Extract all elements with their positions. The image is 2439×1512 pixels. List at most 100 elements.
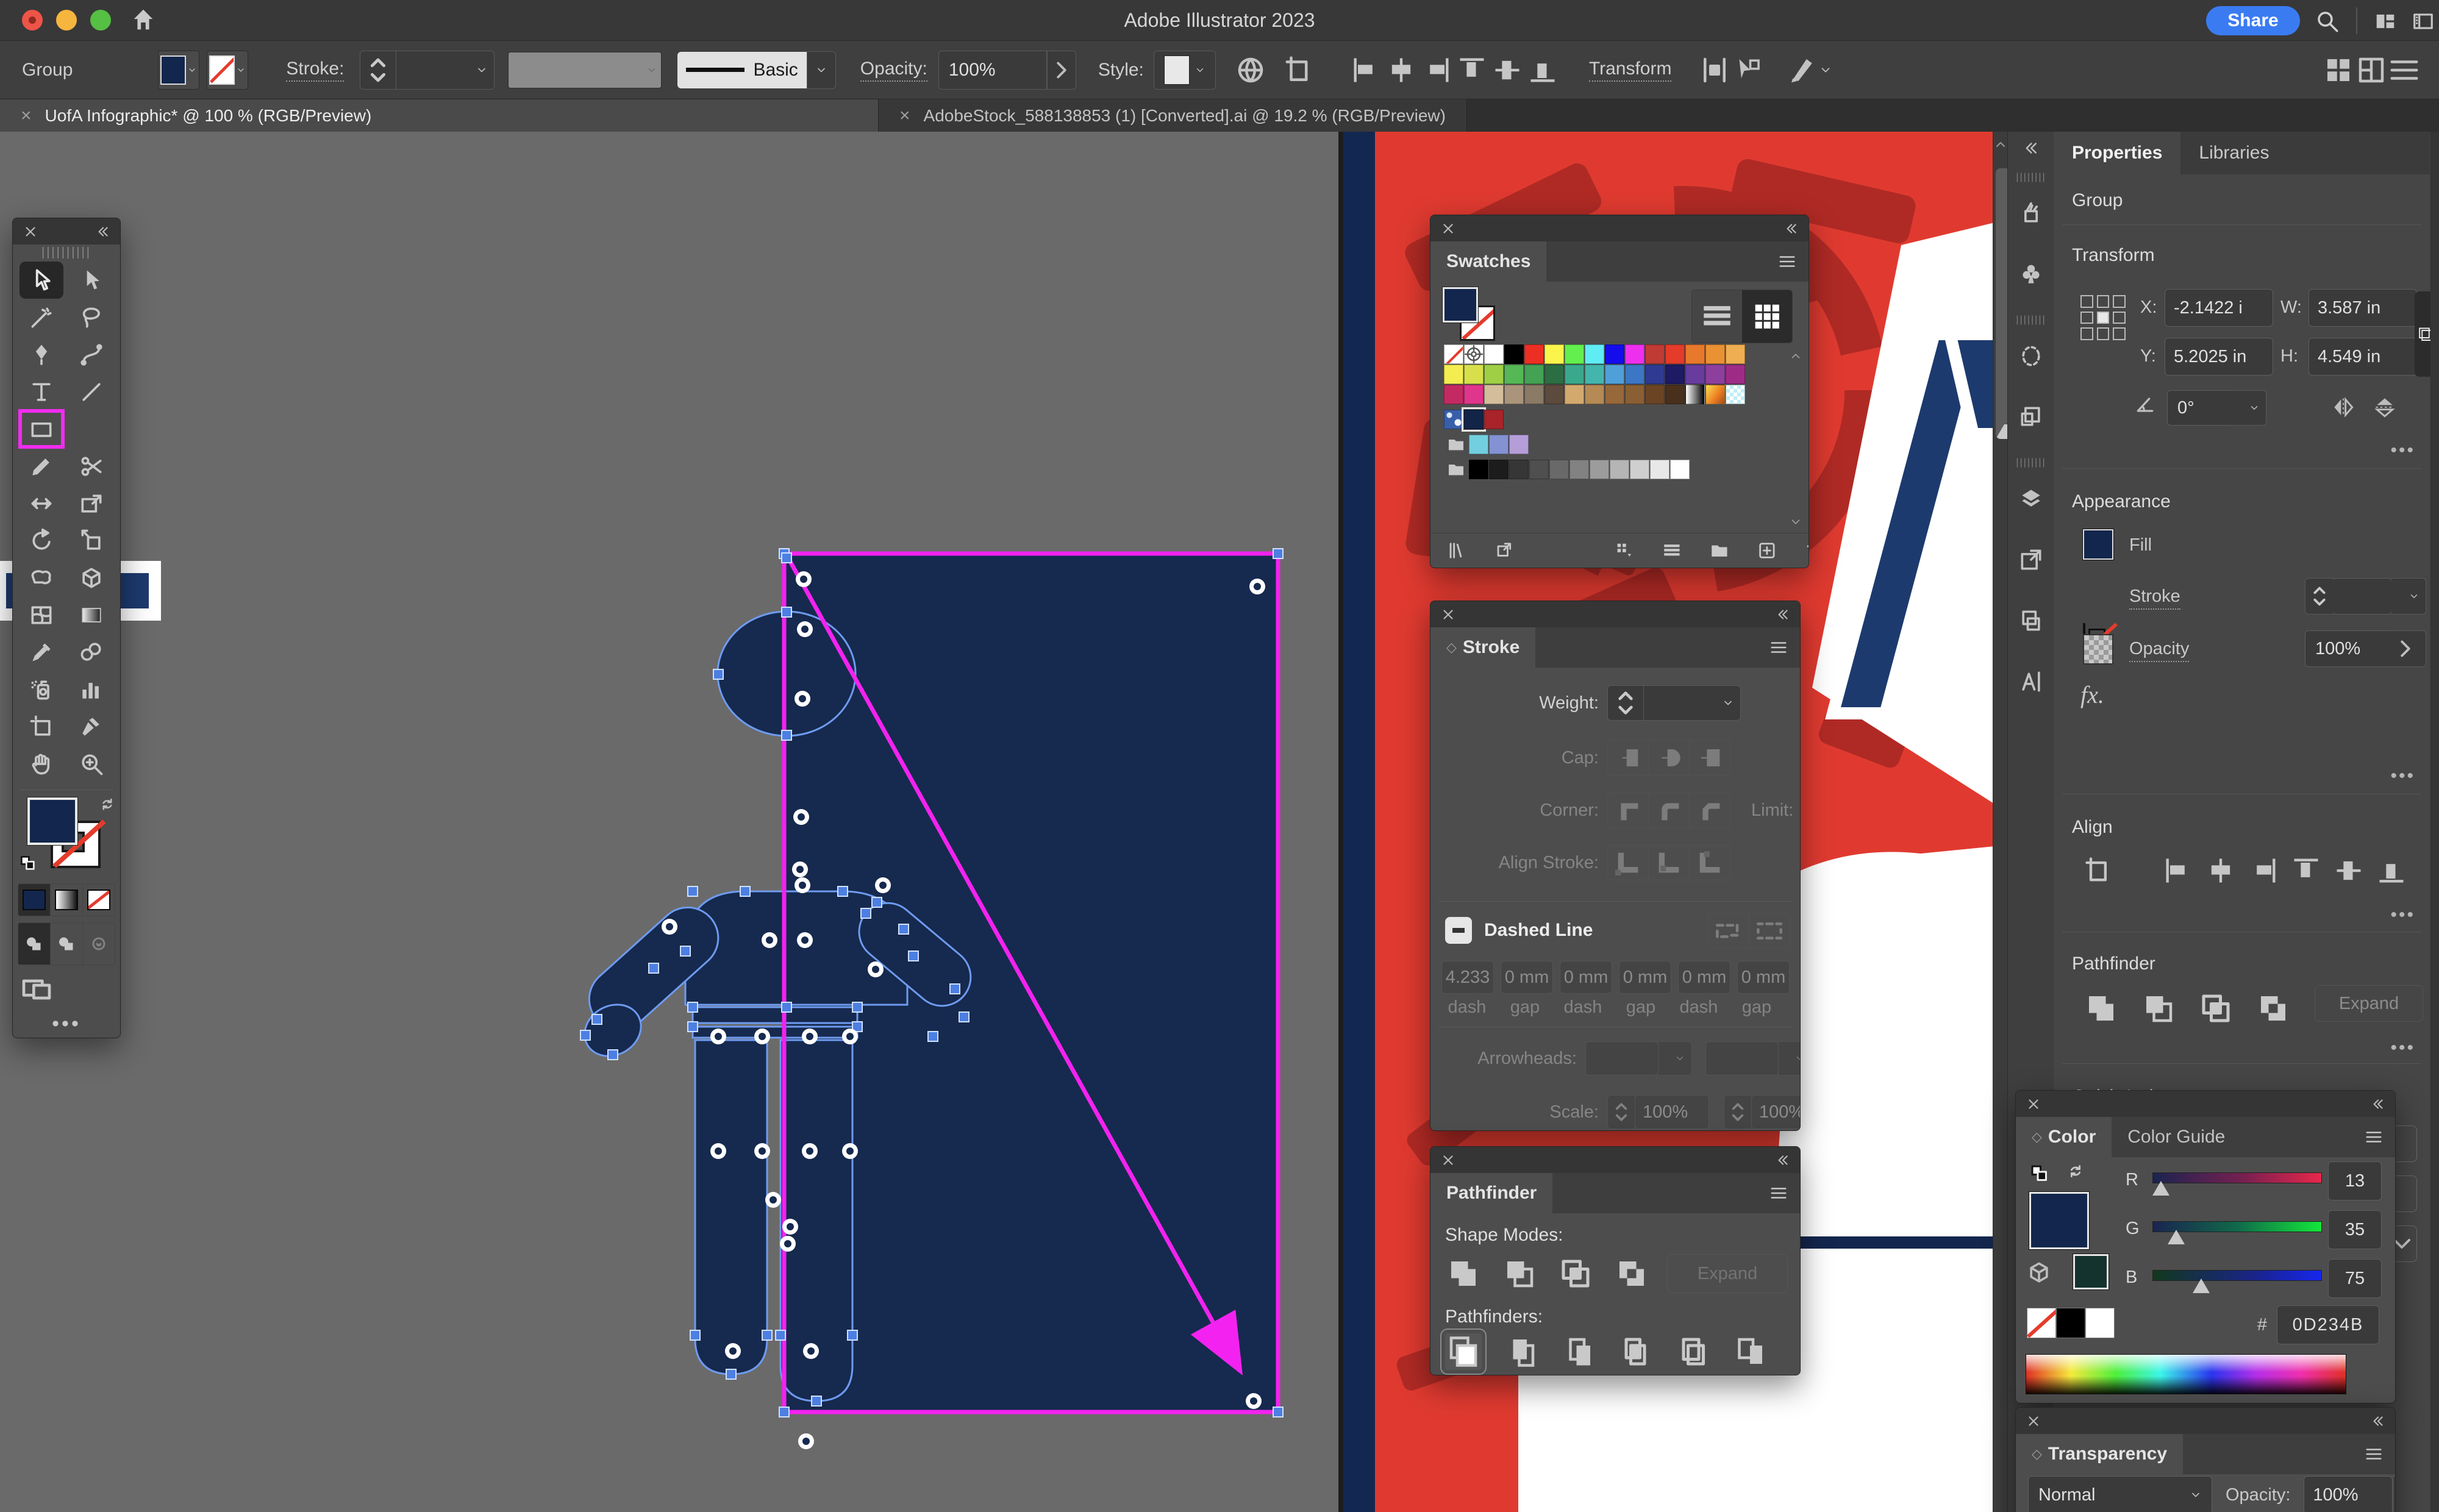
swatch[interactable] (1524, 344, 1544, 364)
none-swatch[interactable] (2027, 1308, 2056, 1338)
swatch[interactable] (1489, 435, 1509, 454)
tr-opacity-expand[interactable] (2394, 1476, 2396, 1512)
swatch[interactable] (1590, 460, 1609, 479)
zoom-window-button[interactable] (90, 10, 111, 30)
swatch[interactable] (1484, 410, 1504, 429)
expand-button[interactable]: Expand (2315, 985, 2423, 1022)
type-tool[interactable] (20, 373, 63, 410)
swatch-in-icon[interactable] (1494, 539, 1515, 562)
swatch[interactable] (1509, 460, 1529, 479)
swatch[interactable] (1565, 344, 1584, 364)
pathfinder-tab[interactable]: Pathfinder (1430, 1173, 1552, 1213)
pf-unite-icon[interactable] (2083, 990, 2119, 1027)
channel-value[interactable]: 13 (2328, 1161, 2382, 1200)
minimize-window-button[interactable] (56, 10, 77, 30)
arrowhead-end[interactable] (1705, 1041, 1779, 1075)
artboard-options-icon[interactable] (1283, 54, 1316, 87)
swatch[interactable] (1705, 344, 1725, 364)
slider-thumb[interactable] (2193, 1278, 2210, 1293)
color-mode-button[interactable] (18, 884, 51, 916)
character-panel-icon[interactable] (2018, 668, 2044, 695)
pf-intersect-icon[interactable] (1557, 1255, 1594, 1292)
swatch[interactable] (1444, 385, 1463, 404)
layers-panel-icon[interactable] (2018, 485, 2044, 512)
dash-preset1-icon[interactable] (1709, 914, 1749, 948)
mini-fill-stroke-icon[interactable] (2028, 1163, 2051, 1185)
canvas-scrollbar[interactable] (1993, 132, 2008, 1512)
align-bottom-icon[interactable] (2376, 855, 2407, 886)
artboard-tool[interactable] (20, 708, 63, 745)
hand-tool[interactable] (20, 745, 63, 782)
overlap-panel-icon[interactable] (2018, 607, 2044, 634)
dashed-circle-panel-icon[interactable] (2018, 343, 2044, 369)
close-icon[interactable] (23, 224, 38, 240)
shape-options-icon[interactable] (1731, 54, 1764, 87)
swatch[interactable] (1705, 365, 1725, 384)
panel-menu-icon[interactable] (1777, 252, 1798, 271)
scale-end[interactable]: 100% (1752, 1095, 1801, 1129)
swatch[interactable] (1464, 385, 1484, 404)
swatch[interactable] (1504, 365, 1524, 384)
align-right-icon[interactable] (2248, 855, 2279, 886)
pf-exclude-icon[interactable] (2255, 990, 2291, 1027)
brush-definition-dropdown[interactable] (508, 52, 662, 88)
stroke-weight-dropdown[interactable] (396, 51, 495, 90)
as-center-icon[interactable] (1608, 846, 1649, 880)
list-view-icon[interactable] (1692, 290, 1742, 343)
isolate-icon[interactable] (1786, 54, 1819, 87)
color-spectrum[interactable] (2026, 1354, 2346, 1394)
y-field[interactable]: 5.2025 in (2165, 338, 2273, 376)
swatch-gradient-orange[interactable] (1705, 385, 1725, 404)
pf-minus-icon[interactable] (2140, 990, 2177, 1027)
share-button[interactable]: Share (2206, 6, 2300, 35)
selection-tool[interactable] (20, 262, 63, 299)
corner-bevel-icon[interactable] (1690, 793, 1730, 827)
pf-outline-icon[interactable] (1674, 1333, 1711, 1370)
flip-vertical-icon[interactable] (2371, 394, 2399, 421)
draw-inside-icon[interactable] (83, 923, 115, 965)
swatch[interactable] (1464, 365, 1484, 384)
fill-color-dropdown[interactable] (158, 51, 199, 90)
panel-grabber[interactable]: |||||||||| (13, 244, 120, 260)
swatch[interactable] (1504, 344, 1524, 364)
swatch[interactable] (1565, 365, 1584, 384)
color-tab[interactable]: ◇Color (2016, 1117, 2112, 1157)
swatch[interactable] (1509, 435, 1529, 454)
swatch[interactable] (1469, 460, 1488, 479)
tr-opacity-field[interactable]: 100% (2304, 1476, 2393, 1512)
swatch[interactable] (1585, 344, 1604, 364)
pf-minus-icon[interactable] (1501, 1255, 1538, 1292)
more-tools-button[interactable]: ••• (13, 1010, 120, 1038)
blend-mode-dropdown[interactable]: Normal (2028, 1476, 2212, 1512)
line-segment-tool[interactable] (70, 373, 113, 410)
close-icon[interactable]: × (899, 105, 910, 126)
cap-butt-icon[interactable] (1608, 741, 1649, 775)
corner-round-icon[interactable] (1649, 793, 1690, 827)
list-view-icon[interactable] (1662, 539, 1682, 562)
swatch[interactable] (1665, 385, 1685, 404)
swatch[interactable] (1524, 385, 1544, 404)
stroke-color-dropdown[interactable] (207, 51, 248, 90)
graphic-style-dropdown[interactable] (1154, 51, 1216, 90)
swatch[interactable] (1665, 365, 1685, 384)
align-hcenter-icon[interactable] (2205, 855, 2237, 886)
magic-wand-tool[interactable] (20, 299, 63, 336)
swatch[interactable] (1610, 460, 1629, 479)
swatch-group-folder[interactable] (1444, 460, 1468, 479)
zoom-tool[interactable] (70, 745, 113, 782)
channel-value[interactable]: 35 (2328, 1210, 2382, 1249)
stroke-weight-stepper[interactable] (2305, 578, 2334, 615)
x-field[interactable]: -2.1422 i (2165, 289, 2273, 327)
align-left-icon[interactable] (2162, 855, 2194, 886)
pages-panel-icon[interactable] (2018, 404, 2044, 430)
corner-miter-icon[interactable] (1608, 793, 1649, 827)
clubs-panel-icon[interactable] (2018, 261, 2044, 288)
pencil-tool[interactable] (20, 448, 63, 485)
channel-slider[interactable] (2152, 1270, 2322, 1281)
fill-proxy[interactable] (27, 797, 77, 845)
kinds-icon[interactable] (1614, 539, 1635, 562)
swatch[interactable] (1469, 435, 1488, 454)
folder-icon[interactable] (1709, 539, 1730, 562)
appearance-opacity-swatch[interactable] (2083, 634, 2113, 665)
gradient-mode-button[interactable] (51, 884, 83, 916)
